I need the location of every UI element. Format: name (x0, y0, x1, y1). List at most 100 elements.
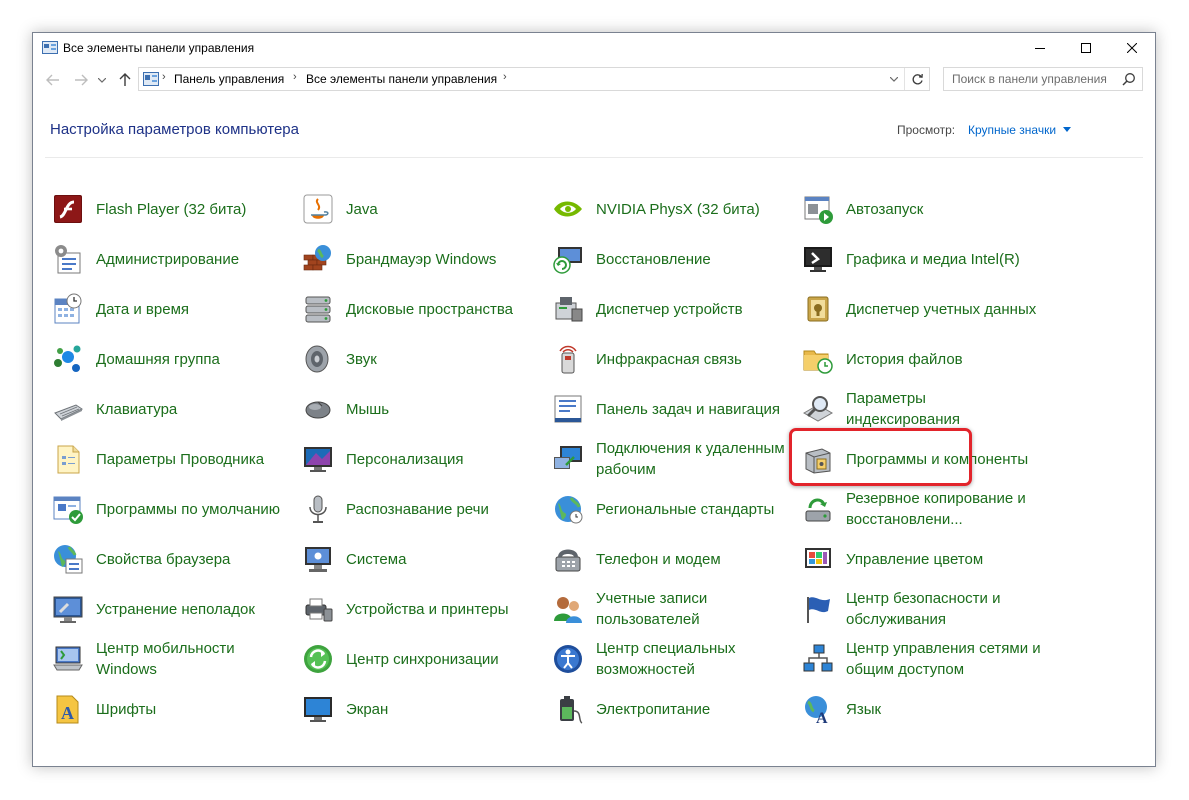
region-icon (552, 493, 584, 525)
item-label: Центр управления сетями и общим доступом (846, 640, 1041, 678)
control-panel-item-credential-manager[interactable]: Диспетчер учетных данных (802, 286, 1042, 332)
svg-text:A: A (816, 710, 828, 725)
item-label: Брандмауэр Windows (346, 250, 497, 268)
control-panel-item-browser-properties[interactable]: Свойства браузера (52, 536, 292, 582)
control-panel-item-phone-modem[interactable]: Телефон и модем (552, 536, 792, 582)
forward-button[interactable] (73, 72, 89, 88)
search-box[interactable]: Поиск в панели управления (943, 67, 1143, 91)
control-panel-item-default-programs[interactable]: Программы по умолчанию (52, 486, 292, 532)
control-panel-item-java[interactable]: Java (302, 186, 542, 232)
control-panel-item-ease-of-access[interactable]: Центр специальных возможностей (552, 636, 792, 682)
item-label: Центр мобильности Windows (96, 640, 235, 678)
item-label: Резервное копирование и восстановлени... (846, 490, 1026, 528)
address-dropdown-button[interactable] (885, 68, 903, 90)
control-panel-item-system[interactable]: Система (302, 536, 542, 582)
item-label: История файлов (846, 350, 963, 368)
control-panel-item-administration[interactable]: Администрирование (52, 236, 292, 282)
administration-icon (52, 243, 84, 275)
close-button[interactable] (1109, 33, 1155, 63)
item-label: NVIDIA PhysX (32 бита) (596, 200, 760, 218)
control-panel-item-keyboard[interactable]: Клавиатура (52, 386, 292, 432)
control-panel-item-mouse[interactable]: Мышь (302, 386, 542, 432)
control-panel-item-fonts[interactable]: A Шрифты (52, 686, 292, 732)
date-time-icon (52, 293, 84, 325)
control-panel-item-user-accounts[interactable]: Учетные записи пользователей (552, 586, 792, 632)
system-icon (302, 543, 334, 575)
control-panel-item-power-options[interactable]: Электропитание (552, 686, 792, 732)
control-panel-item-personalization[interactable]: Персонализация (302, 436, 542, 482)
mouse-icon (302, 393, 334, 425)
control-panel-item-indexing-options[interactable]: Параметры индексирования (802, 386, 1042, 432)
control-panel-item-language[interactable]: A Язык (802, 686, 1042, 732)
remote-desktop-icon (552, 443, 584, 475)
control-panel-item-homegroup[interactable]: Домашняя группа (52, 336, 292, 382)
control-panel-item-programs-features[interactable]: Программы и компоненты (802, 436, 1042, 482)
sync-center-icon (302, 643, 334, 675)
control-panel-item-flash-player[interactable]: Flash Player (32 бита) (52, 186, 292, 232)
minimize-icon (1035, 48, 1045, 49)
minimize-button[interactable] (1017, 33, 1063, 63)
svg-text:A: A (61, 703, 74, 723)
control-panel-item-security-maintenance[interactable]: Центр безопасности и обслуживания (802, 586, 1042, 632)
control-panel-item-device-manager[interactable]: Диспетчер устройств (552, 286, 792, 332)
credential-manager-icon (802, 293, 834, 325)
control-panel-item-display[interactable]: Экран (302, 686, 542, 732)
address-bar[interactable]: › Панель управления › Все элементы панел… (138, 67, 930, 91)
maximize-button[interactable] (1063, 33, 1109, 63)
file-history-icon (802, 343, 834, 375)
nvidia-icon (552, 193, 584, 225)
phone-modem-icon (552, 543, 584, 575)
item-label: Устройства и принтеры (346, 600, 509, 618)
security-maintenance-icon (802, 593, 834, 625)
storage-spaces-icon (302, 293, 334, 325)
window-title: Все элементы панели управления (63, 41, 255, 55)
control-panel-item-date-time[interactable]: Дата и время (52, 286, 292, 332)
control-panel-item-region[interactable]: Региональные стандарты (552, 486, 792, 532)
control-panel-item-taskbar[interactable]: Панель задач и навигация (552, 386, 792, 432)
control-panel-item-sync-center[interactable]: Центр синхронизации (302, 636, 542, 682)
item-label: Flash Player (32 бита) (96, 200, 247, 218)
control-panel-item-intel-graphics[interactable]: Графика и медиа Intel(R) (802, 236, 1042, 282)
taskbar-icon (552, 393, 584, 425)
item-label: Дата и время (96, 300, 190, 318)
caret-down-icon (1063, 127, 1071, 132)
control-panel-item-file-history[interactable]: История файлов (802, 336, 1042, 382)
recent-locations-button[interactable] (97, 72, 107, 88)
up-button[interactable] (117, 72, 133, 88)
breadcrumb-control-panel[interactable]: Панель управления (174, 72, 284, 86)
breadcrumb-all-items[interactable]: Все элементы панели управления (306, 72, 497, 86)
refresh-button[interactable] (904, 68, 929, 90)
control-panel-item-storage-spaces[interactable]: Дисковые пространства (302, 286, 542, 332)
breadcrumb-separator: › (293, 71, 297, 83)
control-panel-item-color-management[interactable]: Управление цветом (802, 536, 1042, 582)
control-panel-item-troubleshooting[interactable]: Устранение неполадок (52, 586, 292, 632)
devices-printers-icon (302, 593, 334, 625)
control-panel-window: Все элементы панели управления › Панель … (32, 32, 1156, 767)
item-label: Дисковые пространства (346, 300, 514, 318)
control-panel-item-nvidia[interactable]: NVIDIA PhysX (32 бита) (552, 186, 792, 232)
up-arrow-icon (119, 73, 131, 86)
control-panel-item-recovery[interactable]: Восстановление (552, 236, 792, 282)
item-label: Параметры индексирования (846, 390, 960, 428)
control-panel-item-remote-desktop[interactable]: Подключения к удаленным рабочим (552, 436, 792, 482)
control-panel-item-autoplay[interactable]: Автозапуск (802, 186, 1042, 232)
control-panel-item-speech-recognition[interactable]: Распознавание речи (302, 486, 542, 532)
control-panel-item-firewall[interactable]: Брандмауэр Windows (302, 236, 542, 282)
view-mode-dropdown[interactable]: Крупные значки (968, 123, 1056, 137)
back-button[interactable] (45, 72, 61, 88)
item-label: Центр безопасности и обслуживания (846, 590, 1001, 628)
control-panel-item-backup-restore[interactable]: Резервное копирование и восстановлени... (802, 486, 1042, 532)
control-panel-item-mobility-center[interactable]: Центр мобильности Windows (52, 636, 292, 682)
item-label: Клавиатура (96, 400, 178, 418)
control-panel-item-devices-printers[interactable]: Устройства и принтеры (302, 586, 542, 632)
chevron-down-icon (890, 76, 898, 82)
control-panel-icon (42, 41, 58, 54)
control-panel-item-explorer-options[interactable]: Параметры Проводника (52, 436, 292, 482)
control-panel-item-sound[interactable]: Звук (302, 336, 542, 382)
item-label: Звук (346, 350, 377, 368)
control-panel-item-network-sharing[interactable]: Центр управления сетями и общим доступом (802, 636, 1042, 682)
item-label: Свойства браузера (96, 550, 231, 568)
control-panel-item-infrared[interactable]: Инфракрасная связь (552, 336, 792, 382)
item-label: Шрифты (96, 700, 157, 718)
item-label: Язык (846, 700, 882, 718)
